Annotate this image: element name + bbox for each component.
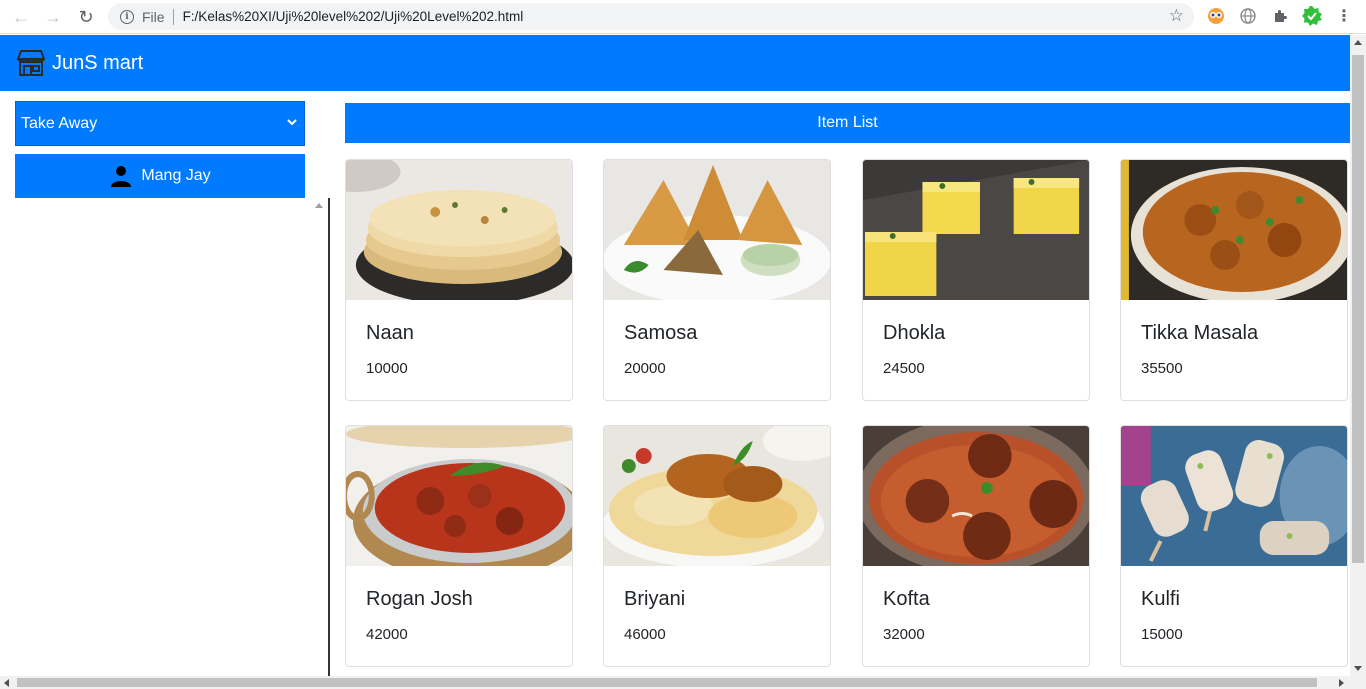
item-card-kofta[interactable]: Kofta 32000	[862, 425, 1090, 667]
item-price: 10000	[366, 360, 408, 377]
item-card-dhokla[interactable]: Dhokla 24500	[862, 159, 1090, 401]
item-price: 24500	[883, 360, 925, 377]
item-name: Dhokla	[883, 322, 946, 344]
item-price: 42000	[366, 626, 408, 643]
naan-image	[346, 160, 572, 300]
url-scheme: File	[142, 8, 165, 25]
item-card-briyani[interactable]: Briyani 46000	[603, 425, 831, 667]
item-card-tikka-masala[interactable]: Tikka Masala 35500	[1120, 159, 1348, 401]
sidebar-divider	[328, 198, 330, 676]
globe-icon[interactable]	[1238, 6, 1258, 26]
brand-name[interactable]: JunS mart	[52, 52, 143, 75]
dhokla-image	[863, 160, 1089, 300]
extension-green-badge-icon[interactable]	[1302, 6, 1322, 26]
item-name: Naan	[366, 322, 414, 344]
order-type-select[interactable]: Take Away	[15, 101, 305, 146]
page-horizontal-scrollbar[interactable]	[0, 676, 1366, 689]
tikka-masala-image	[1121, 160, 1347, 300]
store-icon	[16, 50, 46, 76]
scroll-left-arrow-icon[interactable]	[4, 679, 9, 687]
chevron-down-icon	[287, 119, 297, 126]
scroll-up-arrow-icon[interactable]	[1354, 40, 1362, 45]
item-name: Kofta	[883, 588, 930, 610]
address-bar[interactable]: i File F:/Kelas%20XI/Uji%20level%202/Uji…	[108, 3, 1194, 30]
url-text[interactable]: F:/Kelas%20XI/Uji%20level%202/Uji%20Leve…	[183, 9, 524, 24]
scroll-right-arrow-icon[interactable]	[1339, 679, 1344, 687]
omnibox-separator	[172, 8, 174, 25]
puzzle-icon[interactable]	[1270, 6, 1290, 26]
extension-owl-icon[interactable]	[1206, 6, 1226, 26]
page-vertical-scrollbar[interactable]	[1350, 35, 1366, 676]
item-list-header: Item List	[345, 103, 1350, 143]
reload-icon[interactable]: ↻	[71, 2, 101, 32]
briyani-image	[604, 426, 830, 566]
item-name: Rogan Josh	[366, 588, 473, 610]
item-name: Samosa	[624, 322, 698, 344]
user-button[interactable]: Mang Jay	[15, 154, 305, 198]
scroll-down-arrow-icon[interactable]	[1354, 666, 1362, 671]
item-price: 15000	[1141, 626, 1183, 643]
kebab-menu-icon[interactable]: ⋮	[1334, 6, 1354, 26]
browser-toolbar: ← → ↻ i File F:/Kelas%20XI/Uji%20level%2…	[0, 0, 1366, 34]
user-icon	[111, 166, 132, 187]
scroll-thumb[interactable]	[17, 678, 1317, 687]
item-name: Briyani	[624, 588, 686, 610]
kofta-image	[863, 426, 1089, 566]
kulfi-image	[1121, 426, 1347, 566]
sidebar-scrollbar[interactable]	[310, 198, 328, 676]
back-arrow-icon[interactable]: ←	[6, 2, 36, 32]
info-icon[interactable]: i	[120, 9, 134, 24]
app-navbar: JunS mart	[0, 35, 1350, 91]
bookmark-star-icon[interactable]: ☆	[1169, 6, 1184, 26]
samosa-image	[604, 160, 830, 300]
scroll-thumb[interactable]	[1352, 55, 1364, 563]
item-price: 46000	[624, 626, 666, 643]
item-price: 20000	[624, 360, 666, 377]
item-price: 35500	[1141, 360, 1183, 377]
order-type-value: Take Away	[21, 114, 98, 132]
rogan-josh-image	[346, 426, 572, 566]
item-name: Tikka Masala	[1141, 322, 1259, 344]
item-card-samosa[interactable]: Samosa 20000	[603, 159, 831, 401]
scroll-up-arrow-icon[interactable]	[315, 203, 323, 208]
item-name: Kulfi	[1141, 588, 1180, 610]
item-card-kulfi[interactable]: Kulfi 15000	[1120, 425, 1348, 667]
forward-arrow-icon[interactable]: →	[38, 2, 68, 32]
user-name: Mang Jay	[141, 167, 211, 184]
item-price: 32000	[883, 626, 925, 643]
item-card-naan[interactable]: Naan 10000	[345, 159, 573, 401]
item-card-rogan-josh[interactable]: Rogan Josh 42000	[345, 425, 573, 667]
